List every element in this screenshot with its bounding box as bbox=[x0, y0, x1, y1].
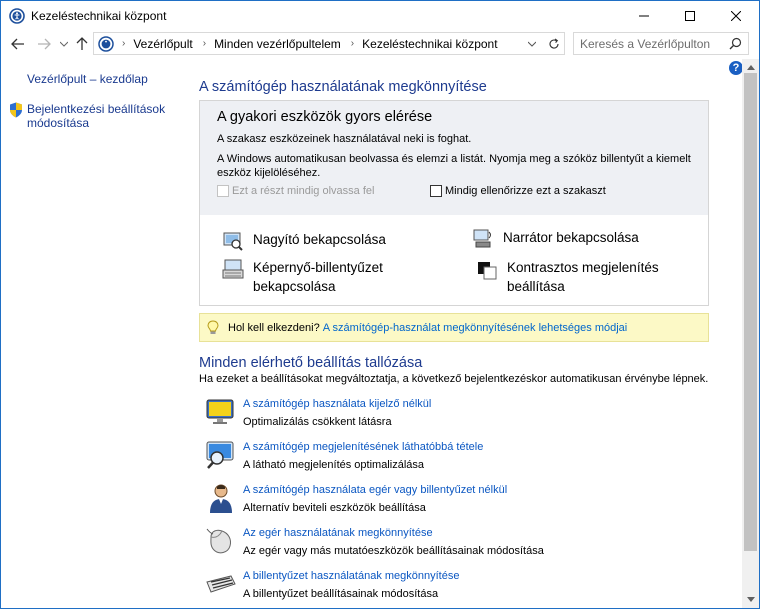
read-aloud-label: Ezt a részt mindig olvassa fel bbox=[232, 185, 375, 197]
narrator-label: Narrátor bekapcsolása bbox=[503, 230, 639, 245]
item-desc: A billentyűzet beállításainak módosítása bbox=[243, 588, 439, 600]
osk-label-1: Képernyő-billentyűzet bbox=[253, 260, 383, 275]
refresh-icon bbox=[549, 38, 559, 49]
list-item-visibility[interactable]: A számítógép megjelenítésének láthatóbbá… bbox=[205, 439, 705, 479]
item-title[interactable]: A számítógép használata egér vagy billen… bbox=[243, 484, 507, 496]
always-scan-label: Mindig ellenőrizze ezt a szakaszt bbox=[445, 185, 606, 197]
scrollbar-thumb[interactable] bbox=[744, 73, 757, 551]
refresh-button[interactable] bbox=[543, 32, 565, 55]
page-title: A számítógép használatának megkönnyítése bbox=[199, 79, 487, 95]
magnifier-tool[interactable]: Nagyító bekapcsolása bbox=[222, 230, 386, 252]
sidebar-login-label-2: módosítása bbox=[27, 116, 90, 130]
minimize-icon bbox=[639, 15, 649, 16]
quick-access-header: A gyakori eszközök gyors elérése A szaka… bbox=[200, 101, 708, 215]
control-panel-icon bbox=[98, 35, 114, 52]
magnifier-icon bbox=[222, 230, 244, 252]
forward-button[interactable] bbox=[33, 33, 55, 55]
item-title[interactable]: A számítógép megjelenítésének láthatóbbá… bbox=[243, 441, 483, 453]
sidebar-login-label-1: Bejelentkezési beállítások bbox=[27, 102, 166, 116]
person-icon bbox=[205, 482, 237, 514]
monitor-icon bbox=[205, 396, 237, 428]
item-title[interactable]: Az egér használatának megkönnyítése bbox=[243, 527, 433, 539]
keyboard-icon bbox=[205, 568, 237, 600]
high-contrast-tool[interactable]: Kontrasztos megjelenítés beállítása bbox=[476, 258, 659, 296]
chevron-down-icon bbox=[527, 41, 536, 47]
osk-label-2: bekapcsolása bbox=[253, 279, 336, 294]
breadcrumb-separator: › bbox=[122, 38, 126, 49]
checkbox-box bbox=[217, 185, 229, 197]
sidebar-link-home[interactable]: Vezérlőpult – kezdőlap bbox=[27, 72, 148, 86]
breadcrumb-ease-of-access[interactable]: Kezeléstechnikai központ bbox=[362, 37, 497, 51]
navigation-bar: › Vezérlőpult › Minden vezérlőpultelem ›… bbox=[1, 30, 759, 58]
chevron-down-icon bbox=[60, 41, 68, 47]
quick-access-text-1: A szakasz eszközeinek használatával neki… bbox=[217, 133, 472, 145]
search-icon bbox=[729, 37, 742, 53]
chevron-up-icon bbox=[746, 65, 755, 70]
breadcrumb-separator: › bbox=[202, 38, 207, 49]
minimize-button[interactable] bbox=[621, 1, 667, 30]
narrator-tool[interactable]: Narrátor bekapcsolása bbox=[472, 228, 639, 250]
contrast-label-2: beállítása bbox=[507, 279, 565, 294]
search-input[interactable]: Keresés a Vezérlőpulton bbox=[573, 32, 749, 55]
maximize-icon bbox=[685, 10, 695, 21]
browse-heading: Minden elérhető beállítás tallózása bbox=[199, 355, 423, 371]
vertical-scrollbar[interactable] bbox=[742, 59, 759, 608]
item-desc: Optimalizálás csökkent látásra bbox=[243, 416, 392, 428]
close-button[interactable] bbox=[713, 1, 759, 30]
monitor-magnifier-icon bbox=[205, 439, 237, 471]
always-scan-checkbox[interactable]: Mindig ellenőrizze ezt a szakaszt bbox=[430, 185, 606, 197]
ease-of-access-icon bbox=[9, 7, 25, 24]
chevron-down-icon bbox=[746, 597, 755, 602]
title-bar: Kezeléstechnikai központ bbox=[1, 1, 759, 30]
scroll-down-button[interactable] bbox=[742, 591, 759, 608]
checkbox-box bbox=[430, 185, 442, 197]
quick-access-panel: A gyakori eszközök gyors elérése A szaka… bbox=[199, 100, 709, 306]
item-title[interactable]: A billentyűzet használatának megkönnyíté… bbox=[243, 570, 459, 582]
contrast-label-1: Kontrasztos megjelenítés bbox=[507, 260, 659, 275]
maximize-button[interactable] bbox=[667, 1, 713, 30]
arrow-up-icon bbox=[76, 37, 88, 50]
tip-bar: Hol kell elkezdeni? A számítógép-használ… bbox=[199, 313, 709, 342]
browse-description: Ha ezeket a beállításokat megváltoztatja… bbox=[199, 373, 709, 385]
arrow-right-icon bbox=[38, 38, 51, 50]
magnifier-label: Nagyító bekapcsolása bbox=[253, 232, 386, 247]
arrow-left-icon bbox=[11, 38, 24, 50]
quick-access-text-2: A Windows automatikusan beolvassa és ele… bbox=[217, 153, 691, 179]
up-button[interactable] bbox=[71, 33, 93, 55]
list-item-mouse[interactable]: Az egér használatának megkönnyítése Az e… bbox=[205, 525, 705, 565]
on-screen-keyboard-tool[interactable]: Képernyő-billentyűzet bekapcsolása bbox=[222, 258, 383, 296]
tip-label: Hol kell elkezdeni? bbox=[228, 321, 320, 334]
window-title: Kezeléstechnikai központ bbox=[31, 8, 167, 23]
lightbulb-icon bbox=[206, 319, 220, 336]
item-desc: Az egér vagy más mutatóeszközök beállítá… bbox=[243, 545, 544, 557]
list-item-no-display[interactable]: A számítógép használata kijelző nélkül O… bbox=[205, 396, 705, 436]
help-button[interactable]: ? bbox=[729, 61, 743, 75]
breadcrumb-all-items[interactable]: Minden vezérlőpultelem bbox=[214, 37, 341, 51]
window-controls bbox=[621, 1, 759, 30]
list-item-keyboard[interactable]: A billentyűzet használatának megkönnyíté… bbox=[205, 568, 705, 608]
address-bar[interactable]: › Vezérlőpult › Minden vezérlőpultelem ›… bbox=[93, 32, 565, 55]
item-desc: Alternatív beviteli eszközök beállítása bbox=[243, 502, 426, 514]
uac-shield-icon bbox=[9, 102, 23, 118]
list-item-no-mouse-keyboard[interactable]: A számítógép használata egér vagy billen… bbox=[205, 482, 705, 522]
address-dropdown-button[interactable] bbox=[520, 33, 542, 54]
sidebar-link-login-settings[interactable]: Bejelentkezési beállítások módosítása bbox=[9, 102, 165, 130]
breadcrumb-control-panel[interactable]: Vezérlőpult bbox=[133, 37, 192, 51]
search-placeholder: Keresés a Vezérlőpulton bbox=[580, 36, 711, 51]
item-desc: A látható megjelenítés optimalizálása bbox=[243, 459, 424, 471]
window: Kezeléstechnikai központ › Vezérlőpult ›… bbox=[0, 0, 760, 609]
item-title[interactable]: A számítógép használata kijelző nélkül bbox=[243, 398, 431, 410]
quick-access-title: A gyakori eszközök gyors elérése bbox=[217, 109, 433, 125]
back-button[interactable] bbox=[7, 33, 29, 55]
high-contrast-icon bbox=[476, 258, 498, 280]
mouse-icon bbox=[205, 525, 237, 557]
read-aloud-checkbox[interactable]: Ezt a részt mindig olvassa fel bbox=[217, 185, 374, 197]
breadcrumb-separator: › bbox=[350, 38, 355, 49]
close-icon bbox=[731, 10, 741, 21]
tip-link[interactable]: A számítógép-használat megkönnyítésének … bbox=[323, 322, 628, 334]
narrator-icon bbox=[472, 228, 494, 250]
keyboard-icon bbox=[222, 258, 244, 280]
